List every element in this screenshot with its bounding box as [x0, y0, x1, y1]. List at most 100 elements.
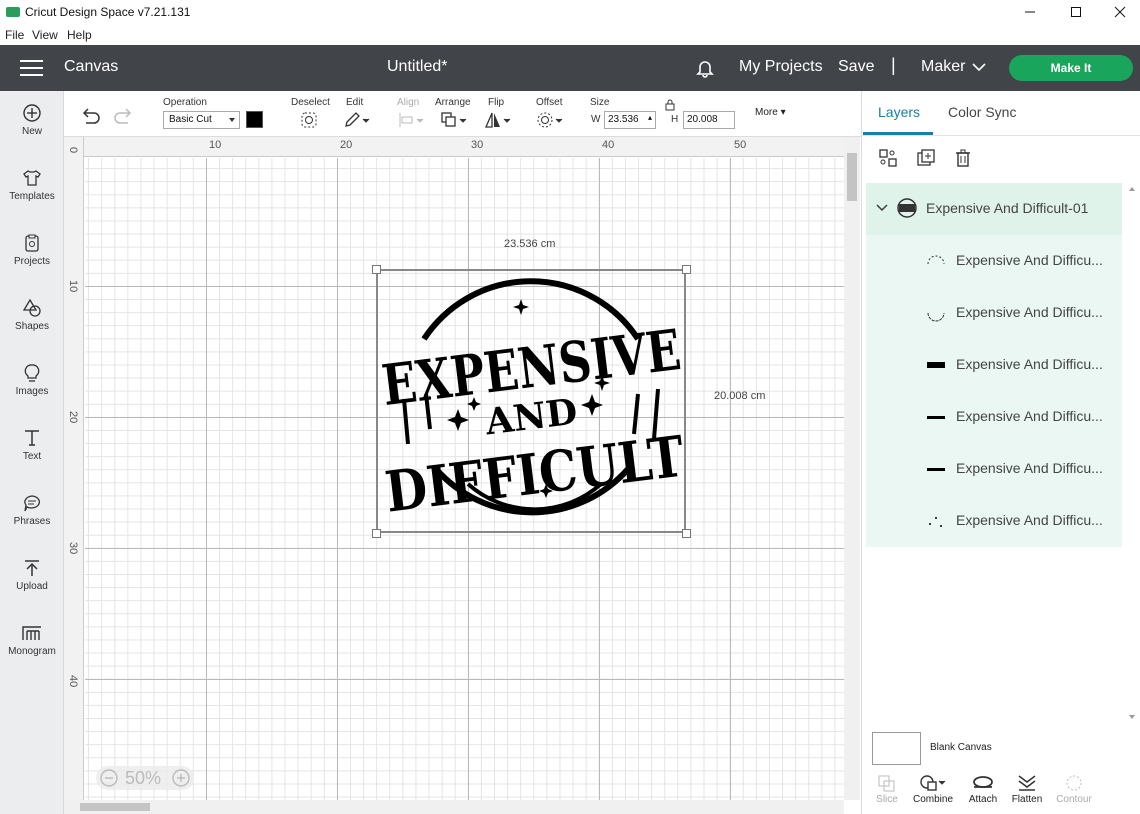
- hamburger-menu-icon[interactable]: [20, 60, 43, 76]
- layer-row[interactable]: Expensive And Difficu...: [866, 391, 1122, 443]
- sidebar-item-images[interactable]: Images: [0, 363, 64, 423]
- speech-bubble-icon: [24, 495, 41, 512]
- sidebar-item-monogram[interactable]: Monogram: [0, 623, 64, 683]
- slice-icon: [878, 775, 895, 792]
- layer-thumbnail: [927, 362, 945, 368]
- edit-label: Edit: [346, 97, 364, 108]
- flatten-icon: [1018, 775, 1036, 791]
- shapes-icon: [22, 298, 41, 317]
- make-it-button[interactable]: Make It: [1009, 55, 1133, 81]
- width-dimension: 23.536 cm: [504, 238, 556, 250]
- layers-scrollbar[interactable]: [1126, 185, 1138, 725]
- redo-icon[interactable]: [114, 107, 134, 125]
- chevron-down-icon[interactable]: [972, 62, 986, 72]
- minimize-icon: [1025, 11, 1035, 13]
- contour-button[interactable]: Contour: [1049, 772, 1099, 805]
- zoom-in-icon[interactable]: [172, 769, 190, 787]
- layer-row[interactable]: Expensive And Difficu...: [866, 287, 1122, 339]
- layer-thumbnail: [927, 312, 945, 322]
- sidebar-item-projects[interactable]: Projects: [0, 233, 64, 293]
- flip-label: Flip: [488, 97, 505, 108]
- width-label: W: [591, 114, 601, 125]
- attach-button[interactable]: Attach: [958, 772, 1008, 805]
- height-dimension: 20.008 cm: [714, 390, 766, 402]
- resize-handle[interactable]: [682, 265, 691, 274]
- menu-view[interactable]: View: [32, 28, 58, 42]
- zoom-out-icon[interactable]: [100, 769, 118, 787]
- layers-panel: Layers Color Sync Expensive And Difficul…: [861, 91, 1140, 814]
- menu-help[interactable]: Help: [67, 28, 92, 42]
- blank-canvas-label: Blank Canvas: [930, 742, 992, 753]
- close-icon: [1114, 6, 1126, 18]
- save-button[interactable]: Save: [838, 58, 874, 76]
- lock-icon[interactable]: [665, 99, 675, 111]
- arrange-label: Arrange: [435, 97, 471, 108]
- horizontal-scrollbar[interactable]: [64, 800, 844, 814]
- sidebar-item-text[interactable]: Text: [0, 428, 64, 488]
- duplicate-icon[interactable]: [916, 148, 936, 168]
- pencil-icon[interactable]: [343, 111, 371, 129]
- shirt-icon: [23, 170, 41, 186]
- operation-select[interactable]: Basic Cut: [163, 111, 240, 129]
- header-separator: |: [891, 55, 896, 75]
- layer-row[interactable]: Expensive And Difficu...: [866, 235, 1122, 287]
- layer-thumbnail: [927, 416, 945, 419]
- layer-row[interactable]: Expensive And Difficu...: [866, 495, 1122, 547]
- tab-color-sync[interactable]: Color Sync: [948, 104, 1016, 120]
- close-button[interactable]: [1097, 0, 1140, 24]
- layer-thumbnail: [927, 255, 945, 265]
- machine-select[interactable]: Maker: [921, 58, 965, 76]
- text-icon: [25, 430, 39, 446]
- undo-icon[interactable]: [80, 107, 100, 125]
- projects-icon: [25, 234, 39, 252]
- slice-button[interactable]: Slice: [862, 772, 912, 805]
- resize-handle[interactable]: [682, 529, 691, 538]
- chevron-down-icon[interactable]: [876, 203, 888, 213]
- layer-thumbnail: [927, 468, 945, 471]
- app-header: Canvas Untitled* My Projects Save | Make…: [0, 45, 1140, 91]
- layer-row[interactable]: Expensive And Difficu...: [866, 443, 1122, 495]
- my-projects-link[interactable]: My Projects: [739, 58, 823, 76]
- flip-icon[interactable]: [484, 111, 512, 129]
- combine-button[interactable]: Combine: [908, 772, 958, 805]
- layer-thumbnail: [929, 517, 942, 527]
- width-input[interactable]: 23.536 ▴: [604, 111, 656, 129]
- sidebar-item-shapes[interactable]: Shapes: [0, 298, 64, 358]
- maximize-button[interactable]: [1053, 0, 1099, 24]
- app-icon: [6, 7, 20, 17]
- height-input[interactable]: 20.008: [683, 111, 735, 129]
- selection-box[interactable]: [376, 269, 686, 533]
- more-menu[interactable]: More ▾: [755, 107, 786, 118]
- tab-layers[interactable]: Layers: [878, 104, 920, 120]
- deselect-label: Deselect: [291, 97, 330, 108]
- align-icon: [399, 113, 424, 127]
- menu-file[interactable]: File: [5, 28, 24, 42]
- sidebar-item-phrases[interactable]: Phrases: [0, 493, 64, 553]
- minimize-button[interactable]: [1007, 0, 1053, 24]
- resize-handle[interactable]: [372, 529, 381, 538]
- sidebar-item-upload[interactable]: Upload: [0, 558, 64, 618]
- document-title: Untitled*: [387, 58, 448, 75]
- resize-handle[interactable]: [372, 265, 381, 274]
- height-label: H: [671, 114, 679, 125]
- blank-canvas-swatch[interactable]: [872, 732, 921, 765]
- offset-icon[interactable]: [536, 111, 564, 129]
- trash-icon[interactable]: [953, 148, 973, 168]
- sidebar-item-new[interactable]: New: [0, 103, 64, 163]
- layer-row[interactable]: Expensive And Difficu...: [866, 339, 1122, 391]
- left-sidebar: New Templates Projects Shapes Images Tex…: [0, 91, 64, 814]
- layer-group-name: Expensive And Difficult-01: [926, 200, 1089, 216]
- color-swatch[interactable]: [246, 111, 263, 128]
- notification-bell-icon[interactable]: [695, 58, 715, 78]
- arrange-icon[interactable]: [440, 111, 468, 129]
- vertical-scrollbar[interactable]: [844, 137, 860, 800]
- zoom-level: 50%: [125, 768, 162, 788]
- contour-icon: [1066, 775, 1082, 791]
- offset-label: Offset: [536, 97, 563, 108]
- deselect-icon[interactable]: [300, 111, 318, 129]
- sidebar-item-templates[interactable]: Templates: [0, 168, 64, 228]
- layer-group-row[interactable]: Expensive And Difficult-01: [866, 183, 1122, 235]
- group-icon[interactable]: [878, 148, 898, 168]
- flatten-button[interactable]: Flatten: [1002, 772, 1052, 805]
- size-label: Size: [590, 97, 610, 108]
